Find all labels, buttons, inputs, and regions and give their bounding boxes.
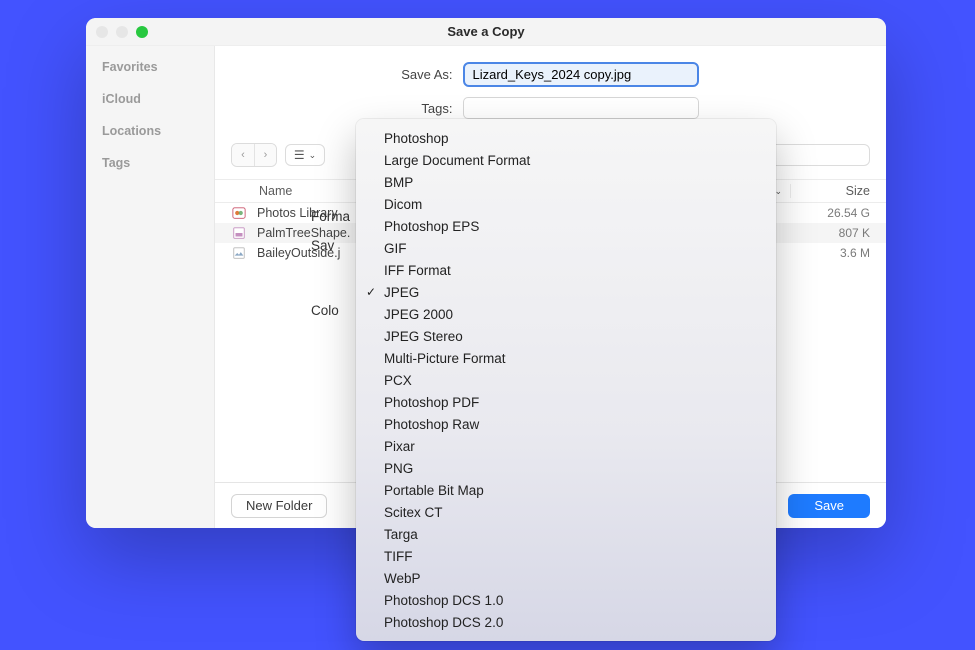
format-dropdown[interactable]: PhotoshopLarge Document FormatBMPDicomPh… [356,119,776,641]
sidebar-item-favorites[interactable]: Favorites [102,60,198,74]
save-as-input[interactable] [463,62,699,87]
chevron-left-icon: ‹ [241,149,245,161]
titlebar: Save a Copy [86,18,886,46]
file-size: 26.54 G [790,206,870,220]
format-option[interactable]: JPEG 2000 [356,303,776,325]
tags-label: Tags: [273,101,453,116]
sidebar-item-icloud[interactable]: iCloud [102,92,198,106]
format-label: Forma [311,209,350,224]
forward-button[interactable]: › [254,144,276,166]
format-option[interactable]: WebP [356,567,776,589]
format-option[interactable]: Pixar [356,435,776,457]
format-option[interactable]: Scitex CT [356,501,776,523]
list-icon: ☰ [294,148,305,162]
format-option[interactable]: Photoshop DCS 1.0 [356,589,776,611]
view-mode-button[interactable]: ☰ ⌄ [285,144,325,166]
format-option[interactable]: Photoshop PDF [356,391,776,413]
photos-library-icon [231,205,247,221]
hidden-option-labels: Forma Sav Colo [311,209,350,318]
color-label: Colo [311,303,350,318]
format-option[interactable]: Photoshop Raw [356,413,776,435]
sidebar: Favorites iCloud Locations Tags [86,46,215,528]
save-button-label: Save [814,498,844,513]
format-option[interactable]: Photoshop EPS [356,215,776,237]
jpeg-file-icon [231,245,247,261]
save-as-label: Save As: [273,67,453,82]
new-folder-label: New Folder [246,498,312,513]
new-folder-button[interactable]: New Folder [231,494,327,518]
format-option[interactable]: Portable Bit Map [356,479,776,501]
format-option[interactable]: Large Document Format [356,149,776,171]
format-option[interactable]: Photoshop [356,127,776,149]
window-title: Save a Copy [86,24,886,39]
save-button[interactable]: Save [788,494,870,518]
format-option[interactable]: PCX [356,369,776,391]
sidebar-item-tags[interactable]: Tags [102,156,198,170]
file-size: 3.6 M [790,246,870,260]
back-button[interactable]: ‹ [232,144,254,166]
history-nav: ‹ › [231,143,277,167]
format-option[interactable]: Photoshop DCS 2.0 [356,611,776,633]
format-option[interactable]: PNG [356,457,776,479]
format-option[interactable]: BMP [356,171,776,193]
format-option[interactable]: Dicom [356,193,776,215]
format-option[interactable]: TIFF [356,545,776,567]
save-options-label: Sav [311,238,350,253]
chevron-down-icon: ⌄ [309,150,317,161]
sidebar-item-locations[interactable]: Locations [102,124,198,138]
column-size[interactable]: Size [790,184,870,198]
format-option[interactable]: IFF Format [356,259,776,281]
format-option[interactable]: JPEG Stereo [356,325,776,347]
format-option[interactable]: GIF [356,237,776,259]
image-file-icon [231,225,247,241]
chevron-right-icon: › [264,149,268,161]
file-size: 807 K [790,226,870,240]
format-option[interactable]: Multi-Picture Format [356,347,776,369]
tags-input[interactable] [463,97,699,119]
format-option[interactable]: Targa [356,523,776,545]
format-option[interactable]: JPEG [356,281,776,303]
